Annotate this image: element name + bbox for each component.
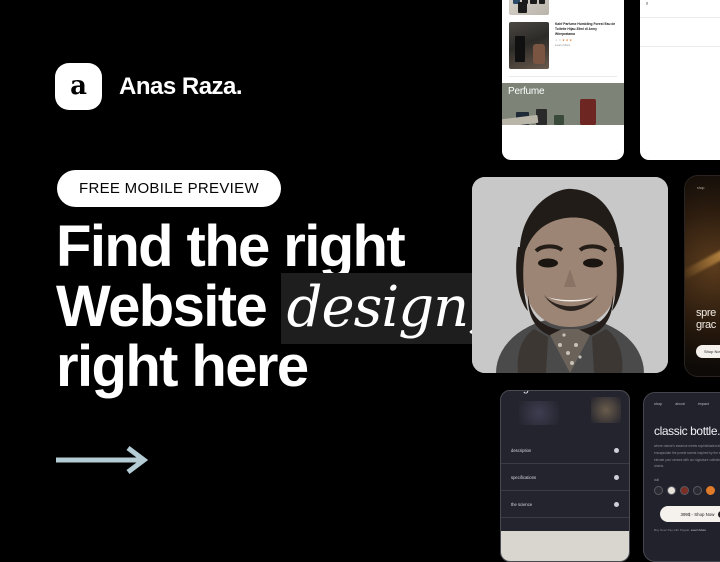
table-row[interactable]: Kahf bbox=[640, 18, 720, 47]
accordion-label: description bbox=[511, 447, 532, 453]
swatch-option[interactable] bbox=[680, 486, 689, 496]
fragrance-heading: fragrance bbox=[511, 391, 555, 394]
shop-now-button[interactable]: Shop Now bbox=[696, 345, 720, 358]
nav-item-about[interactable]: about bbox=[675, 402, 685, 406]
color-swatches[interactable] bbox=[654, 486, 720, 496]
phone-nav-label[interactable]: shop bbox=[697, 186, 704, 190]
nav-item-shop[interactable]: shop bbox=[654, 402, 662, 406]
decorative-glow bbox=[519, 401, 559, 425]
body-line: where nature's essence meets sophisticat… bbox=[654, 444, 720, 448]
accordion-label: specifications bbox=[511, 474, 537, 480]
payment-note-text: Buy Now! Pay with Paypal, bbox=[654, 528, 690, 533]
page-title: Find the right Website design, right her… bbox=[56, 214, 489, 399]
hero-page: a Anas Raza. FREE MOBILE PREVIEW Find th… bbox=[0, 0, 720, 562]
rating-stars bbox=[555, 38, 617, 42]
decorative-glow bbox=[591, 397, 621, 423]
table-row[interactable]: g bbox=[640, 0, 720, 18]
headline-word-design: design, bbox=[280, 273, 489, 344]
payment-note-link[interactable]: Learn More bbox=[691, 528, 706, 532]
brand-name: Anas Raza. bbox=[119, 72, 243, 100]
headline-line-3: right here bbox=[56, 334, 309, 399]
nav-bar: shop about impact bbox=[644, 393, 720, 406]
brand-lockup: a Anas Raza. bbox=[55, 63, 243, 110]
bottle-page-body: where nature's essence meets sophisticat… bbox=[654, 444, 720, 469]
scroll-arrow-icon[interactable] bbox=[56, 446, 152, 479]
swatch-option[interactable] bbox=[706, 486, 715, 496]
mockup-bottle-page[interactable]: shop about impact classic bottle. where … bbox=[643, 392, 720, 562]
product-image bbox=[509, 22, 549, 69]
accordion-row-description[interactable]: description bbox=[501, 437, 629, 464]
headline-word-website: Website bbox=[56, 274, 268, 339]
perfume-banner-label: Perfume bbox=[508, 86, 545, 97]
body-line: elevate your senses with our signature c… bbox=[654, 457, 720, 462]
product-image bbox=[509, 0, 549, 15]
body-line: chains. bbox=[654, 464, 665, 469]
accordion-row-the-science[interactable]: the science bbox=[501, 491, 629, 518]
row-label: g bbox=[646, 1, 648, 5]
accordion-label: the science bbox=[511, 501, 533, 507]
swatch-option[interactable] bbox=[654, 486, 663, 496]
logo-glyph: a bbox=[70, 70, 87, 101]
anas-raza-logo-icon: a bbox=[55, 63, 102, 110]
swatch-option[interactable] bbox=[693, 486, 702, 496]
mockup-white-list-card[interactable]: g Kahf bbox=[640, 0, 720, 160]
nav-item-impact[interactable]: impact bbox=[698, 402, 709, 406]
mockup-dark-phone[interactable]: shop spre grac Shop Now bbox=[684, 175, 720, 377]
swatch-option[interactable] bbox=[667, 486, 676, 496]
phone-title: spre grac bbox=[696, 307, 716, 332]
plus-icon[interactable] bbox=[614, 474, 619, 480]
plus-icon[interactable] bbox=[614, 501, 619, 507]
swatch-group-label: dull bbox=[654, 478, 659, 483]
perfume-banner[interactable]: Perfume bbox=[502, 83, 624, 125]
body-line: encapsulate the purest scents inspired b… bbox=[654, 450, 720, 455]
list-item[interactable]: Kahf Ritu Oud Universe Collection Eau de… bbox=[509, 0, 617, 15]
shop-now-button[interactable]: 399$ - Shop Now bbox=[660, 506, 720, 523]
learn-more-link[interactable]: Learn More bbox=[555, 43, 617, 47]
panel-footer-strip bbox=[501, 531, 629, 561]
phone-title-line1: spre bbox=[696, 307, 716, 320]
accordion-row-specifications[interactable]: specifications bbox=[501, 464, 629, 491]
headline-line-2: Website design, bbox=[56, 273, 489, 344]
phone-title-line2: grac bbox=[696, 319, 716, 332]
shop-now-label: 399$ - Shop Now bbox=[680, 511, 715, 517]
divider bbox=[509, 76, 617, 77]
bottle-page-title: classic bottle. bbox=[654, 424, 720, 438]
free-mobile-preview-badge[interactable]: FREE MOBILE PREVIEW bbox=[57, 170, 281, 207]
mockup-product-list-card[interactable]: Kahf Ritu Oud Universe Collection Eau de… bbox=[502, 0, 624, 160]
list-item[interactable]: Kahf Parfume Humbling Forest Eau de Toil… bbox=[509, 22, 617, 69]
product-title: Kahf Parfume Humbling Forest Eau de Toil… bbox=[555, 22, 616, 36]
mockup-fragrance-panel[interactable]: fragrance description specifications the… bbox=[500, 390, 630, 562]
headline-line-1: Find the right bbox=[56, 214, 406, 279]
plus-icon[interactable] bbox=[614, 447, 619, 453]
payment-note: Buy Now! Pay with Paypal, Learn More bbox=[654, 528, 720, 532]
avatar bbox=[472, 177, 668, 373]
